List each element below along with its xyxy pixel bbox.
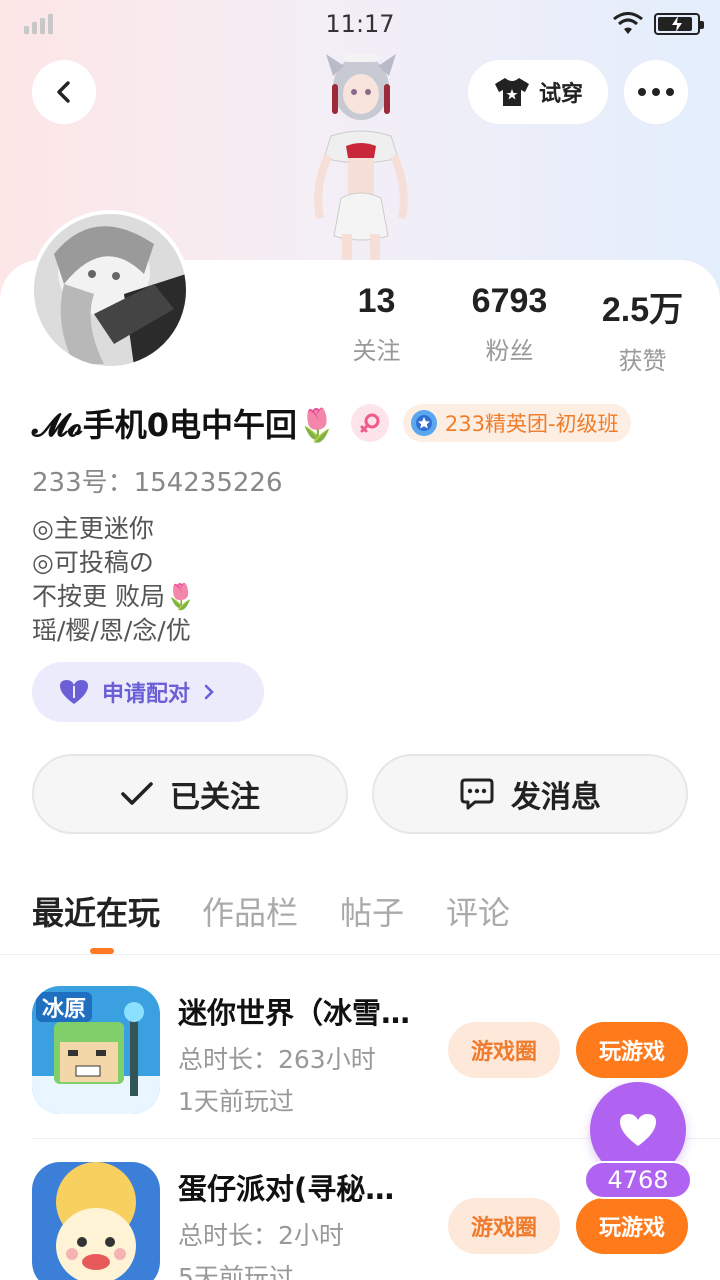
game-title: 蛋仔派对(寻秘… [178, 1172, 395, 1206]
tab-posts[interactable]: 帖子 [340, 888, 404, 934]
female-gender-icon [350, 404, 389, 442]
game-circle-button[interactable]: 游戏圈 [448, 1022, 560, 1078]
tab-comments[interactable]: 评论 [446, 888, 510, 934]
wifi-icon [613, 12, 643, 34]
tshirt-icon [494, 78, 529, 106]
divider [0, 954, 720, 955]
try-on-label: 试穿 [538, 82, 583, 107]
game-last-played: 5天前玩过 [178, 1263, 294, 1280]
game-list-item[interactable]: 冰原 迷你世界（冰雪… 总时长：263小时 1天前玩过 游戏圈 玩游戏 [32, 986, 688, 1126]
match-label: 申请配对 [102, 682, 191, 707]
stat-following[interactable]: 13 关注 [310, 282, 443, 376]
stat-value: 2.5万 [601, 291, 684, 329]
back-button[interactable] [32, 60, 96, 124]
play-game-button[interactable]: 玩游戏 [576, 1198, 688, 1254]
more-button[interactable] [624, 60, 688, 124]
tab-works[interactable]: 作品栏 [202, 888, 298, 934]
stat-label: 获赞 [618, 347, 667, 375]
stat-value: 13 [357, 282, 396, 320]
game-last-played: 1天前玩过 [178, 1087, 294, 1116]
stats-row: 13 关注 6793 粉丝 2.5万 获赞 [310, 282, 710, 376]
stat-likes[interactable]: 2.5万 获赞 [576, 282, 709, 376]
bio-line: 不按更 败局🌷 [32, 582, 197, 611]
play-game-button[interactable]: 玩游戏 [576, 1022, 688, 1078]
chevron-left-icon [57, 81, 70, 103]
check-icon [121, 782, 153, 805]
game-icon-text: 冰原 [42, 997, 86, 1022]
bio: ◎主更迷你 ◎可投稿の 不按更 败局🌷 瑶/樱/恩/念/优 [32, 512, 196, 648]
bio-line: ◎可投稿の [32, 548, 154, 577]
stat-label: 粉丝 [485, 337, 534, 365]
try-on-button[interactable]: 试穿 [468, 60, 608, 124]
name-row: 𝓜𝓸手机0电中午回🌷 233精英团-初级班 [32, 400, 631, 446]
status-bar: 11:17 [0, 0, 720, 50]
heart-icon [60, 680, 88, 704]
apply-match-button[interactable]: 申请配对 [32, 662, 264, 722]
game-icon: 冰原 [32, 986, 160, 1114]
following-button[interactable]: 已关注 [32, 754, 348, 834]
game-duration: 总时长：2小时 [178, 1221, 344, 1250]
medal-icon [410, 410, 437, 436]
battery-icon [654, 13, 704, 35]
stat-fans[interactable]: 6793 粉丝 [443, 282, 576, 376]
game-circle-button[interactable]: 游戏圈 [448, 1198, 560, 1254]
like-count: 4768 [584, 1161, 692, 1199]
message-label: 发消息 [511, 780, 601, 815]
bio-line: ◎主更迷你 [32, 514, 154, 543]
bio-line: 瑶/樱/恩/念/优 [32, 616, 191, 645]
following-label: 已关注 [170, 780, 260, 815]
avatar-character-figure[interactable] [286, 48, 436, 260]
send-message-button[interactable]: 发消息 [372, 754, 688, 834]
avatar[interactable] [30, 210, 190, 370]
user-id: 233号：154235226 [32, 468, 283, 498]
game-icon [32, 1162, 160, 1280]
heart-icon [620, 1114, 656, 1146]
stat-label: 关注 [352, 337, 401, 365]
club-badge[interactable]: 233精英团-初级班 [402, 404, 631, 442]
tab-recent-played[interactable]: 最近在玩 [32, 888, 160, 934]
badge-label: 233精英团-初级班 [444, 412, 619, 436]
stat-value: 6793 [471, 282, 548, 320]
game-title: 迷你世界（冰雪… [178, 996, 411, 1030]
profile-name: 𝓜𝓸手机0电中午回🌷 [32, 406, 337, 444]
more-dots-icon [638, 88, 674, 96]
chevron-right-icon [204, 684, 214, 700]
profile-tabs: 最近在玩 作品栏 帖子 评论 [32, 888, 510, 934]
game-duration: 总时长：263小时 [178, 1045, 376, 1074]
chat-bubble-icon [460, 778, 494, 810]
